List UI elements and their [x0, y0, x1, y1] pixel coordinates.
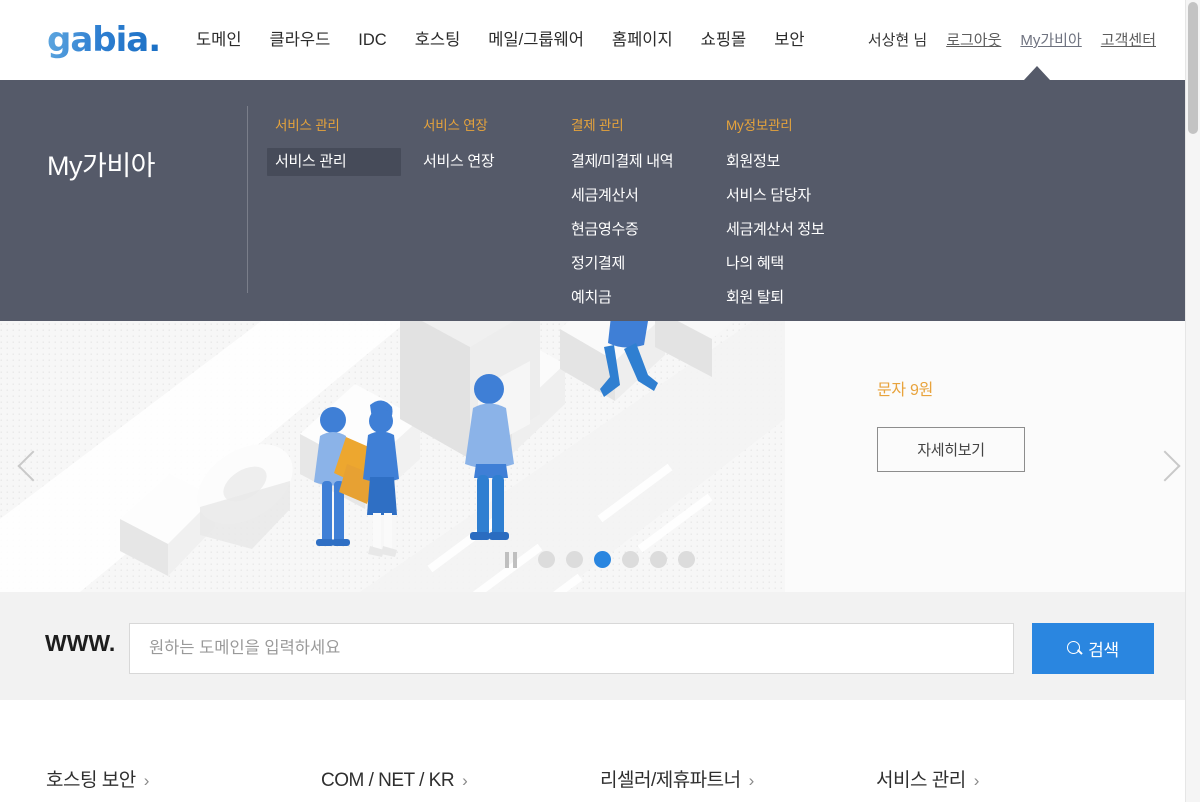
main-navigation: 도메인 클라우드 IDC 호스팅 메일/그룹웨어 홈페이지 쇼핑몰 보안: [196, 28, 805, 52]
column-list: 서비스 연장: [423, 148, 571, 176]
quick-link-label: 호스팅 보안: [46, 770, 136, 791]
menu-item-member-info[interactable]: 회원정보: [726, 148, 881, 176]
mega-column-payment-management: 결제 관리 결제/미결제 내역 세금계산서 현금영수증 정기결제 예치금: [571, 117, 726, 318]
carousel-pause-icon[interactable]: [505, 551, 517, 568]
carousel-prev-arrow-icon[interactable]: [14, 449, 49, 483]
chevron-right-icon: ›: [462, 771, 468, 790]
menu-item-label[interactable]: 세금계산서: [571, 182, 639, 210]
quick-link-com-net-kr[interactable]: COM / NET / KR ›: [321, 768, 468, 794]
quick-link-label: COM / NET / KR: [321, 770, 455, 791]
search-button-label: 검색: [1088, 641, 1119, 660]
column-list: 회원정보 서비스 담당자 세금계산서 정보 나의 혜택 회원 탈퇴: [726, 148, 881, 312]
menu-item-my-benefits[interactable]: 나의 혜택: [726, 250, 881, 278]
mega-menu-title: My가비아: [47, 151, 156, 181]
scrollbar-thumb[interactable]: [1188, 2, 1198, 134]
quick-link-hosting-security[interactable]: 호스팅 보안 ›: [46, 768, 149, 794]
menu-item-service-manager[interactable]: 서비스 담당자: [726, 182, 881, 210]
quick-links-section: 호스팅 보안 › COM / NET / KR › 리셀러/제휴파트너 › 서비스 관…: [0, 700, 1200, 802]
menu-item-label[interactable]: 서비스 연장: [423, 148, 495, 176]
chevron-right-icon: ›: [973, 771, 980, 790]
menu-item-label[interactable]: 회원 탈퇴: [726, 284, 784, 312]
domain-search-input[interactable]: [129, 623, 1014, 674]
site-header: gabia. 도메인 클라우드 IDC 호스팅 메일/그룹웨어 홈페이지 쇼핑몰…: [0, 0, 1200, 80]
column-heading: 결제 관리: [571, 118, 624, 133]
domain-search-section: WWW. 검색: [0, 592, 1200, 700]
column-list: 서비스 관리: [267, 148, 423, 176]
logout-link[interactable]: 로그아웃: [946, 30, 1001, 52]
user-greeting: 서상현 님: [867, 32, 928, 49]
hero-promo-text: 문자 9원: [877, 382, 934, 399]
menu-item-label[interactable]: 서비스 담당자: [726, 182, 811, 210]
menu-item-service-extension[interactable]: 서비스 연장: [423, 148, 571, 176]
search-icon: [1067, 641, 1082, 656]
quick-links-row: 호스팅 보안 › COM / NET / KR › 리셀러/제휴파트너 › 서비스 관…: [0, 768, 1200, 802]
menu-item-cash-receipt[interactable]: 현금영수증: [571, 216, 726, 244]
carousel-dot-2[interactable]: [566, 551, 583, 568]
carousel-dots: [538, 551, 695, 568]
column-list: 결제/미결제 내역 세금계산서 현금영수증 정기결제 예치금: [571, 148, 726, 312]
mega-menu-columns: 서비스 관리 서비스 관리 서비스 연장 서비스 연장 결제 관리 결제/미결제…: [267, 117, 881, 318]
menu-item-label[interactable]: 서비스 관리: [275, 148, 347, 176]
mega-column-service-extension: 서비스 연장 서비스 연장: [423, 117, 571, 318]
menu-item-label[interactable]: 예치금: [571, 284, 612, 312]
quick-link-label: 서비스 관리: [876, 770, 966, 791]
nav-item-security[interactable]: 보안: [774, 28, 804, 52]
carousel-dot-5[interactable]: [650, 551, 667, 568]
my-gabia-link[interactable]: My가비아: [1020, 30, 1081, 52]
nav-item-homepage[interactable]: 홈페이지: [612, 28, 673, 52]
utility-navigation: 서상현 님 로그아웃 My가비아 고객센터: [868, 30, 1156, 52]
customer-center-link[interactable]: 고객센터: [1101, 30, 1156, 52]
nav-item-mail[interactable]: 메일/그룹웨어: [488, 28, 584, 52]
nav-item-idc[interactable]: IDC: [358, 28, 386, 52]
carousel-dot-4[interactable]: [622, 551, 639, 568]
menu-item-label[interactable]: 나의 혜택: [726, 250, 784, 278]
quick-link-reseller-partner[interactable]: 리셀러/제휴파트너 ›: [600, 768, 754, 794]
domain-search-button[interactable]: 검색: [1032, 623, 1154, 674]
quick-link-label: 리셀러/제휴파트너: [600, 770, 741, 791]
menu-item-label[interactable]: 회원정보: [726, 148, 780, 176]
carousel-controls: [505, 551, 695, 568]
www-prefix-label: WWW.: [45, 630, 116, 656]
dropdown-pointer-triangle-icon: [1024, 66, 1050, 80]
column-heading: My정보관리: [726, 118, 793, 133]
menu-item-label[interactable]: 현금영수증: [571, 216, 639, 244]
menu-item-label[interactable]: 정기결제: [571, 250, 625, 278]
menu-item-service-management[interactable]: 서비스 관리: [267, 148, 401, 176]
nav-item-hosting[interactable]: 호스팅: [415, 28, 461, 52]
page-scrollbar[interactable]: [1185, 0, 1200, 802]
menu-item-withdraw-membership[interactable]: 회원 탈퇴: [726, 284, 881, 312]
menu-item-recurring-payment[interactable]: 정기결제: [571, 250, 726, 278]
chevron-right-icon: ›: [748, 771, 755, 790]
menu-item-label[interactable]: 결제/미결제 내역: [571, 148, 674, 176]
column-heading: 서비스 연장: [423, 118, 488, 133]
mega-column-my-info-management: My정보관리 회원정보 서비스 담당자 세금계산서 정보 나의 혜택 회원 탈퇴: [726, 117, 881, 318]
carousel-dot-6[interactable]: [678, 551, 695, 568]
my-gabia-mega-menu: My가비아 서비스 관리 서비스 관리 서비스 연장 서비스 연장 결제 관리 …: [0, 80, 1200, 321]
menu-item-deposit[interactable]: 예치금: [571, 284, 726, 312]
chevron-right-icon: ›: [143, 771, 150, 790]
gabia-logo[interactable]: gabia.: [47, 20, 161, 60]
mega-menu-divider: [247, 106, 248, 293]
quick-link-service-management[interactable]: 서비스 관리 ›: [876, 768, 979, 794]
menu-item-tax-invoice[interactable]: 세금계산서: [571, 182, 726, 210]
page-root: gabia. 도메인 클라우드 IDC 호스팅 메일/그룹웨어 홈페이지 쇼핑몰…: [0, 0, 1200, 802]
menu-item-tax-invoice-info[interactable]: 세금계산서 정보: [726, 216, 881, 244]
hero-detail-button[interactable]: 자세히보기: [877, 427, 1025, 472]
mega-column-service-management: 서비스 관리 서비스 관리: [267, 117, 423, 318]
carousel-next-arrow-icon[interactable]: [1149, 449, 1186, 483]
carousel-dot-3[interactable]: [594, 551, 611, 568]
menu-item-payment-history[interactable]: 결제/미결제 내역: [571, 148, 726, 176]
nav-item-shopping[interactable]: 쇼핑몰: [701, 28, 747, 52]
menu-item-label[interactable]: 세금계산서 정보: [726, 216, 825, 244]
nav-item-cloud[interactable]: 클라우드: [270, 28, 331, 52]
nav-item-domain[interactable]: 도메인: [196, 28, 242, 52]
column-heading: 서비스 관리: [275, 118, 340, 133]
carousel-dot-1[interactable]: [538, 551, 555, 568]
